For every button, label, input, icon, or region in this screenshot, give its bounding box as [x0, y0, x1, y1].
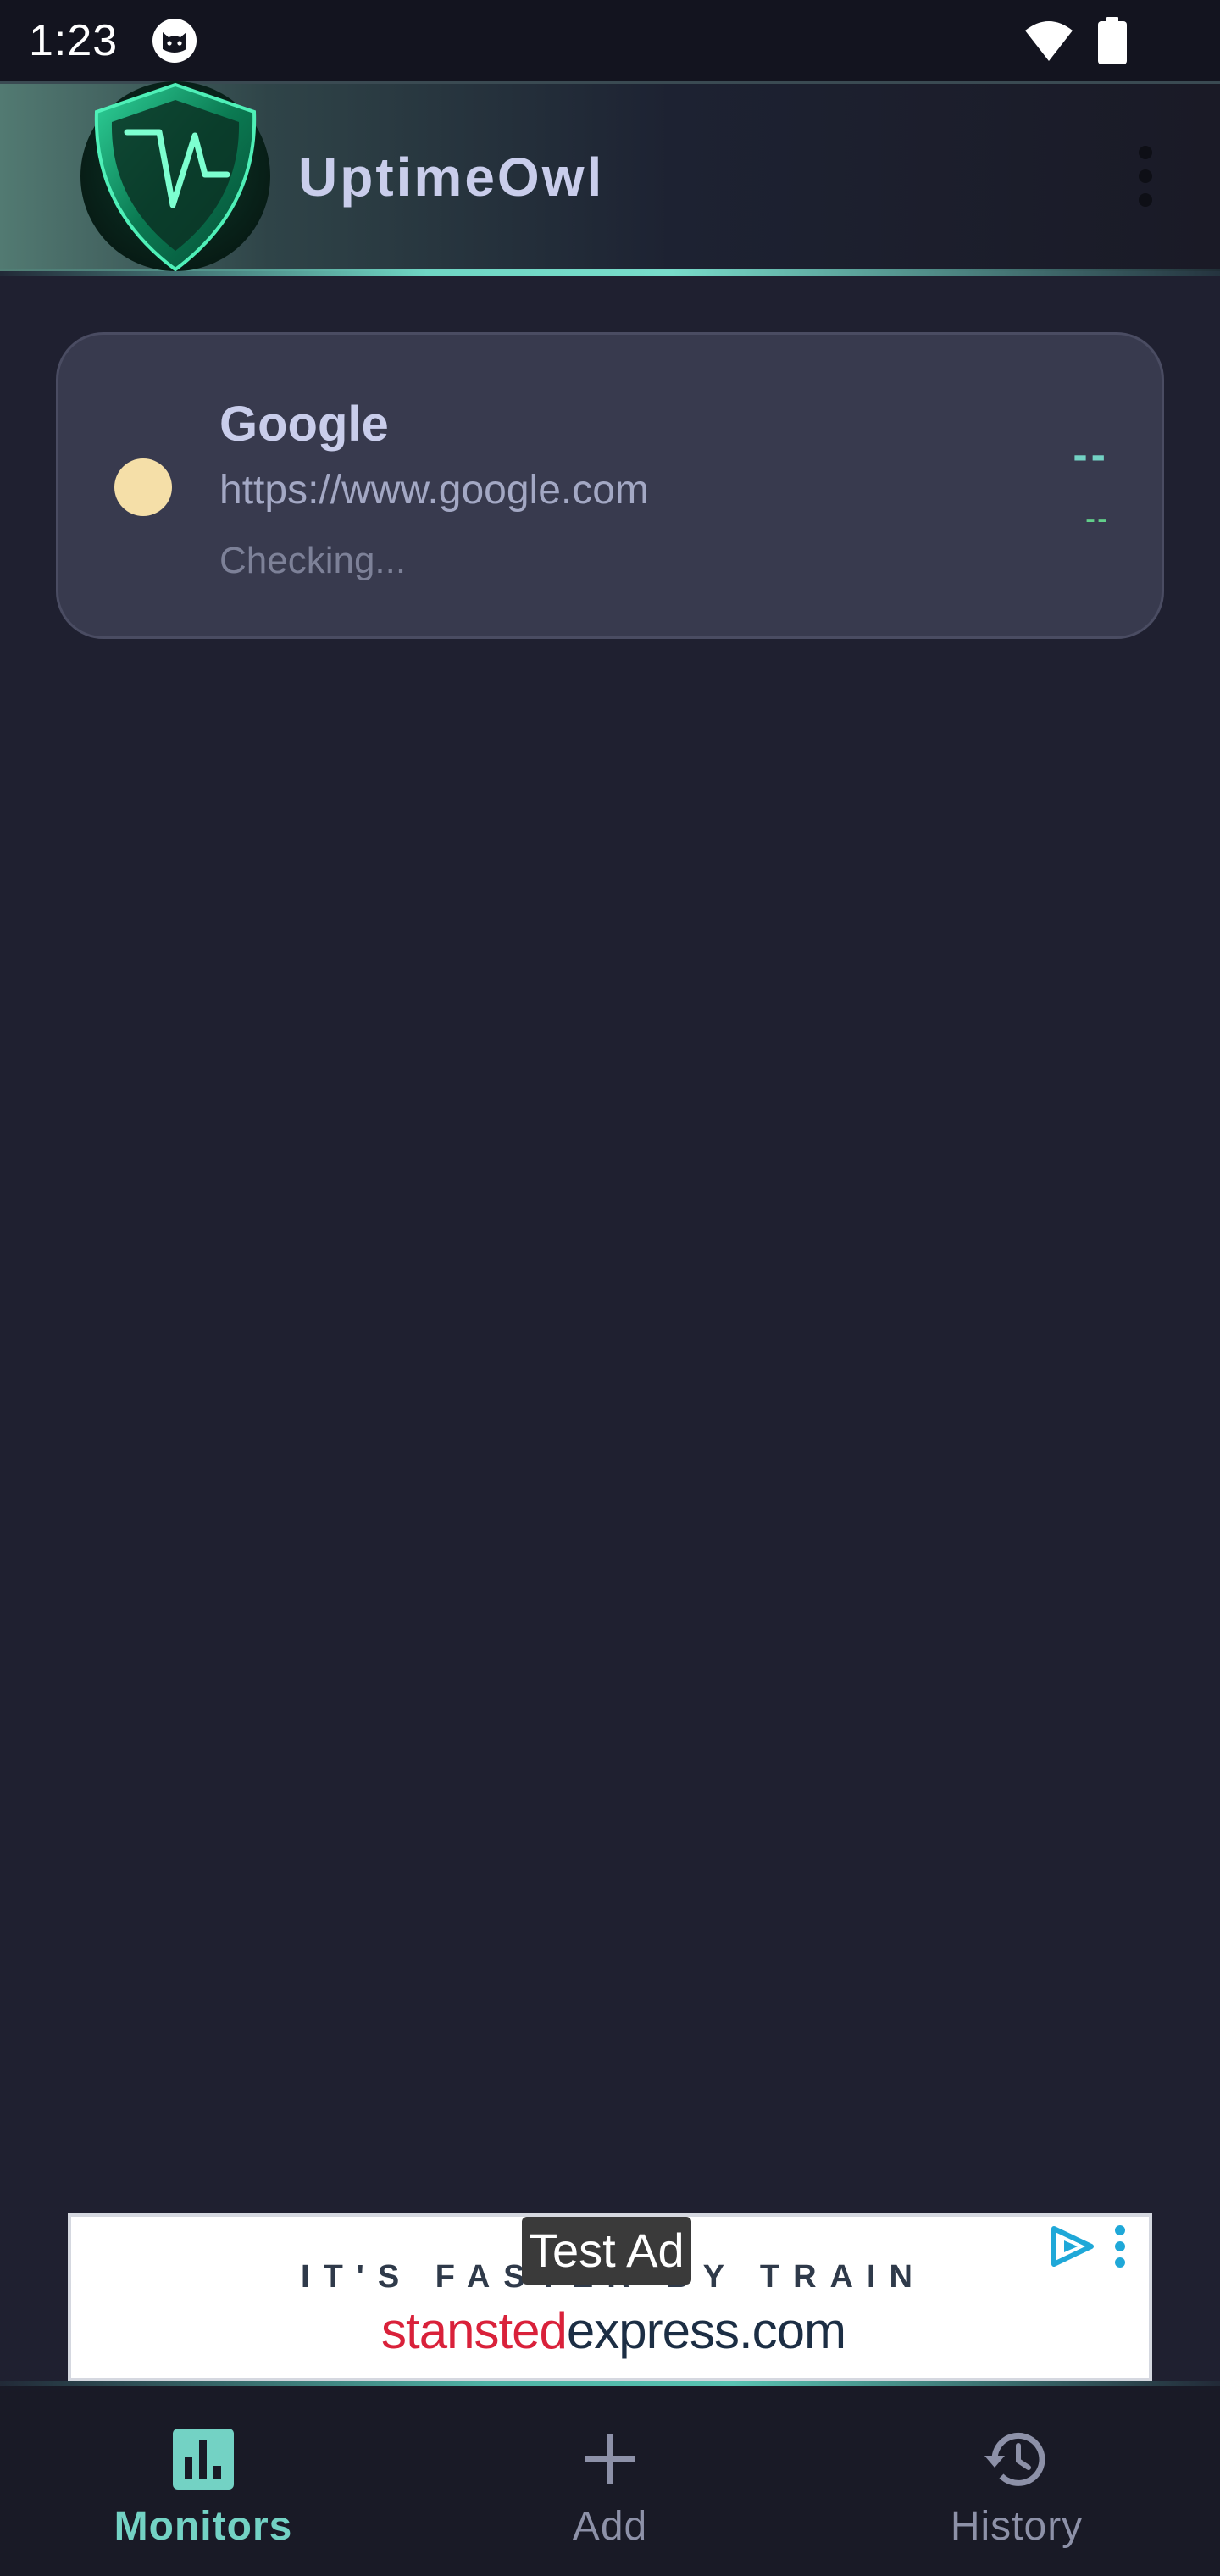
ad-choices-icon[interactable]	[1047, 2223, 1096, 2269]
nav-item-history[interactable]: History	[813, 2386, 1220, 2576]
ad-more-icon[interactable]	[1110, 2223, 1130, 2269]
ad-brand-part2: express.com	[566, 2302, 846, 2359]
uptimeowl-logo-icon	[80, 81, 270, 271]
nav-label-history: History	[950, 2504, 1084, 2549]
test-ad-label: Test Ad	[522, 2217, 691, 2285]
nav-label-monitors: Monitors	[114, 2504, 293, 2549]
cat-notification-icon	[152, 19, 197, 63]
monitor-name: Google	[219, 397, 389, 452]
nav-item-monitors[interactable]: Monitors	[0, 2386, 407, 2576]
monitor-status-dot	[114, 458, 172, 516]
monitor-card[interactable]: Google https://www.google.com Checking..…	[56, 332, 1164, 639]
monitor-response-time: --	[1073, 430, 1109, 480]
app-title: UptimeOwl	[298, 147, 605, 208]
monitor-status-text: Checking...	[219, 540, 407, 581]
status-bar: 1:23	[0, 0, 1220, 81]
wifi-icon	[1025, 21, 1073, 61]
history-icon	[984, 2432, 1045, 2486]
bottom-nav: Monitors Add History	[0, 2386, 1220, 2576]
bar-chart-icon	[173, 2429, 234, 2490]
monitor-uptime: --	[1085, 501, 1109, 536]
monitor-url: https://www.google.com	[219, 468, 649, 513]
ad-brand-part1: stansted	[381, 2302, 568, 2359]
status-time: 1:23	[29, 16, 119, 65]
ad-brand: stanstedexpress.com	[71, 2301, 1156, 2360]
screen: 1:23 UptimeOwl Google https://www.google…	[0, 0, 1220, 2576]
ad-banner[interactable]: IT'S FASTER BY TRAIN stanstedexpress.com…	[68, 2213, 1152, 2381]
battery-icon	[1098, 17, 1127, 64]
nav-label-add: Add	[572, 2504, 648, 2549]
plus-icon	[585, 2434, 635, 2484]
overflow-menu-icon[interactable]	[1127, 144, 1164, 208]
nav-item-add[interactable]: Add	[407, 2386, 813, 2576]
